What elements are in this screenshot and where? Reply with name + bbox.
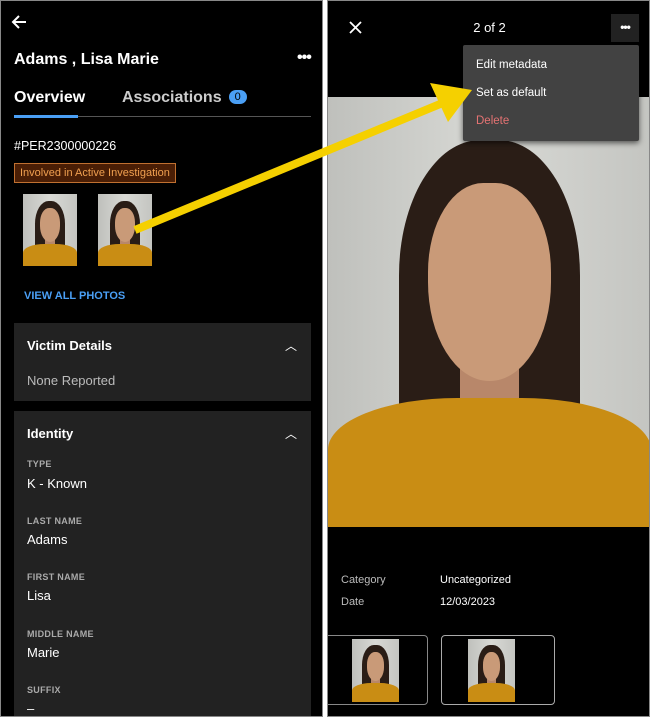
tab-associations-label: Associations <box>122 89 222 106</box>
associations-count-badge: 0 <box>228 90 247 104</box>
field-value-middle-name: Marie <box>27 645 60 660</box>
meta-label-date: Date <box>341 596 365 608</box>
chevron-up-icon[interactable]: ︿ <box>285 337 297 354</box>
field-label-type: TYPE <box>27 459 52 469</box>
field-label-suffix: SUFFIX <box>27 685 61 695</box>
photo-main <box>328 97 649 527</box>
thumbnail-2[interactable] <box>441 635 555 705</box>
record-id: #PER2300000226 <box>14 139 117 153</box>
back-arrow-icon[interactable] <box>10 13 28 31</box>
victim-details-card: Victim Details ︿ None Reported <box>14 323 311 401</box>
field-label-middle-name: MIDDLE NAME <box>27 629 94 639</box>
chevron-up-icon[interactable]: ︿ <box>285 425 297 442</box>
menu-item-set-as-default[interactable]: Set as default <box>476 87 546 99</box>
more-options-button[interactable]: ••• <box>611 14 639 42</box>
field-label-last-name: LAST NAME <box>27 516 83 526</box>
identity-card: Identity ︿ TYPE K - Known LAST NAME Adam… <box>14 411 311 716</box>
tab-associations[interactable]: Associations 0 <box>122 89 247 107</box>
field-label-first-name: FIRST NAME <box>27 572 85 582</box>
victim-details-title: Victim Details <box>27 338 113 353</box>
photo-options-menu: Edit metadata Set as default Delete <box>463 45 639 141</box>
field-value-type: K - Known <box>27 476 87 491</box>
view-all-photos-link[interactable]: VIEW ALL PHOTOS <box>24 290 125 302</box>
person-photo-2[interactable] <box>98 194 152 266</box>
identity-title: Identity <box>27 426 74 441</box>
menu-item-edit-metadata[interactable]: Edit metadata <box>476 59 547 71</box>
status-tag: Involved in Active Investigation <box>14 163 176 183</box>
field-value-last-name: Adams <box>27 532 68 547</box>
tab-overview[interactable]: Overview <box>14 89 85 107</box>
field-value-suffix: – <box>27 701 35 716</box>
active-tab-indicator <box>14 115 78 118</box>
menu-item-delete[interactable]: Delete <box>476 115 509 127</box>
meta-label-category: Category <box>341 574 386 586</box>
person-name: Adams , Lisa Marie <box>14 51 159 68</box>
meta-value-date: 12/03/2023 <box>440 596 496 608</box>
person-detail-panel: Adams , Lisa Marie ••• Overview Associat… <box>0 0 323 717</box>
meta-value-category: Uncategorized <box>440 574 511 586</box>
photo-viewer-panel: 2 of 2 ••• Edit metadata Set as default … <box>327 0 650 717</box>
field-value-first-name: Lisa <box>27 588 51 603</box>
person-photo-1[interactable] <box>23 194 77 266</box>
thumbnail-1[interactable] <box>328 635 428 705</box>
more-options-icon[interactable]: ••• <box>297 49 312 67</box>
victim-details-value: None Reported <box>27 373 116 388</box>
photo-counter: 2 of 2 <box>473 20 506 35</box>
